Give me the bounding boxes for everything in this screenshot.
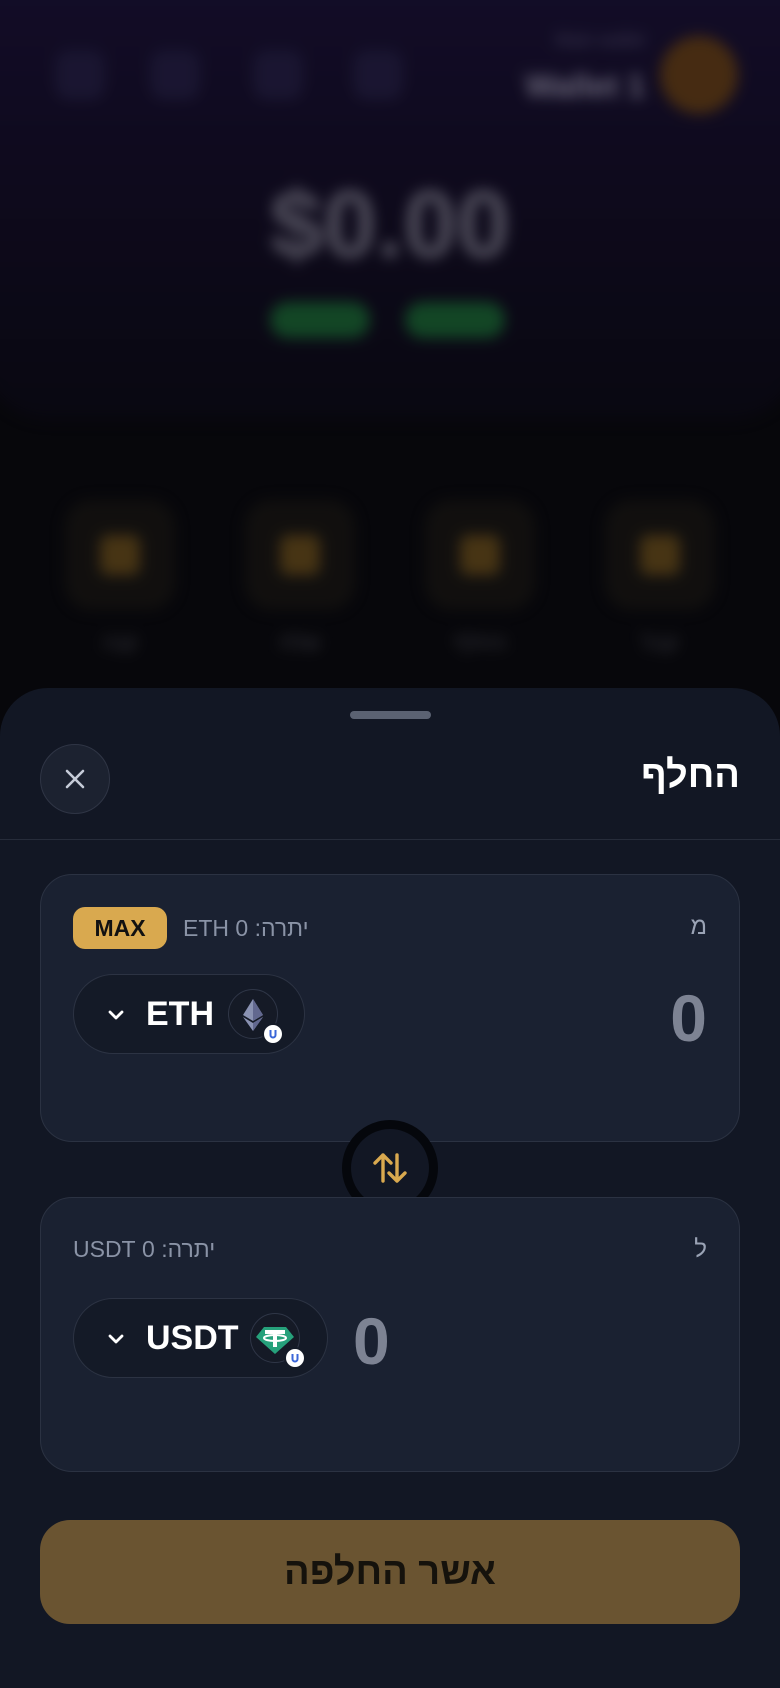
- bg-action-label: קנה: [102, 630, 138, 655]
- background-wallet-screen: Main wallet Wallet 1 $0.00 קנה שלח החלף …: [0, 0, 780, 700]
- to-token-selector[interactable]: USDT: [73, 1298, 328, 1378]
- sheet-title: החלף: [641, 754, 740, 796]
- bg-header-icon: [353, 50, 403, 100]
- bg-header-icon: [55, 50, 105, 100]
- to-label: ל: [694, 1236, 707, 1263]
- chain-badge-icon: [284, 1347, 306, 1369]
- confirm-swap-button[interactable]: אשר החלפה: [40, 1520, 740, 1624]
- from-token-selector[interactable]: ETH: [73, 974, 305, 1054]
- from-card: מ MAX יתרה: 0 ETH ETH 0: [40, 874, 740, 1142]
- chevron-down-icon: [108, 1010, 124, 1020]
- chain-badge-icon: [262, 1023, 284, 1045]
- bg-action-label: החלף: [453, 630, 507, 655]
- bg-header-icon: [150, 50, 200, 100]
- sheet-drag-handle[interactable]: [350, 711, 431, 719]
- swap-bottom-sheet: החלף מ MAX יתרה: 0 ETH ETH 0 ל יתרה: 0 U…: [0, 688, 780, 1688]
- bg-action-tile: [425, 500, 535, 610]
- to-card: ל יתרה: 0 USDT USDT 0: [40, 1197, 740, 1472]
- bg-action-tile: [605, 500, 715, 610]
- close-icon: [65, 769, 85, 789]
- bg-header-icon: [253, 50, 303, 100]
- to-balance: יתרה: 0 USDT: [73, 1236, 216, 1262]
- wallet-subtitle: Main wallet: [554, 30, 645, 50]
- from-label: מ: [690, 913, 708, 940]
- wallet-balance: $0.00: [269, 171, 511, 278]
- bg-action-tile: [65, 500, 175, 610]
- from-token-name: ETH: [146, 995, 214, 1033]
- chevron-down-icon: [108, 1334, 124, 1344]
- bg-change-pill: [405, 302, 505, 338]
- bg-action-label: קבל: [641, 630, 679, 655]
- to-amount-output: 0: [353, 1304, 390, 1378]
- from-balance: יתרה: 0 ETH: [183, 915, 309, 941]
- wallet-name: Wallet 1: [525, 68, 645, 104]
- close-button[interactable]: [40, 744, 110, 814]
- header-divider: [0, 839, 780, 840]
- max-button[interactable]: MAX: [73, 907, 167, 949]
- to-token-name: USDT: [146, 1319, 239, 1357]
- from-amount-input[interactable]: 0: [670, 985, 707, 1051]
- swap-arrows-icon: [373, 1153, 407, 1183]
- bg-change-pill: [270, 302, 370, 338]
- bg-action-label: שלח: [279, 630, 321, 655]
- bg-action-tile: [245, 500, 355, 610]
- avatar: [660, 36, 738, 114]
